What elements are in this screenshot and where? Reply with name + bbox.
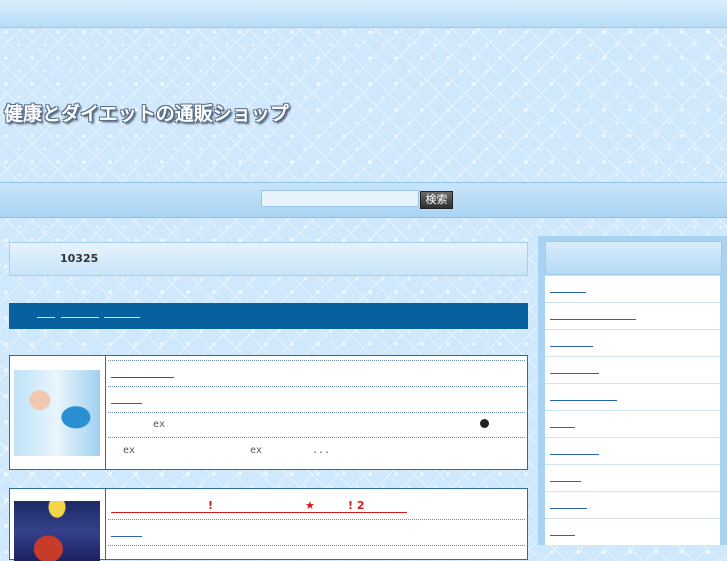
sidebar-link[interactable]: [550, 427, 575, 428]
search-button[interactable]: 検索: [420, 191, 453, 209]
sidebar-item[interactable]: [545, 302, 720, 329]
product-item: ex ex ex ...: [9, 355, 528, 470]
product-thumb-cell: [10, 489, 106, 561]
product-thumb-cell: [10, 356, 106, 469]
product-category-link[interactable]: [111, 403, 142, 404]
sidebar-item[interactable]: [545, 275, 720, 302]
bullet-icon: [480, 419, 489, 428]
divider: [108, 545, 525, 546]
sidebar-link[interactable]: [550, 373, 599, 374]
sidebar-link[interactable]: [550, 346, 593, 347]
product-image[interactable]: [14, 370, 100, 456]
divider: [108, 386, 525, 387]
sidebar-link[interactable]: [550, 400, 617, 401]
sidebar-item[interactable]: [545, 491, 720, 518]
category-nav: [9, 303, 528, 329]
sidebar-item[interactable]: [545, 518, 720, 545]
product-desc-text: ...: [312, 445, 331, 456]
sidebar-link[interactable]: [550, 292, 586, 293]
product-title-link[interactable]: [111, 512, 407, 513]
site-title[interactable]: 健康とダイエットの通販ショップ: [4, 99, 289, 126]
sidebar-link[interactable]: [550, 535, 575, 536]
sidebar: [538, 236, 727, 545]
product-desc-text: ex: [123, 445, 136, 456]
sidebar-item[interactable]: [545, 410, 720, 437]
sidebar-header: [545, 241, 722, 275]
sidebar-item[interactable]: [545, 437, 720, 464]
product-item: ! ★ ! 2: [9, 488, 528, 561]
product-desc-text: ex: [250, 445, 263, 456]
nav-link[interactable]: [37, 317, 55, 318]
sidebar-link[interactable]: [550, 481, 581, 482]
search-input[interactable]: [261, 190, 419, 207]
product-title-mark: !: [208, 499, 214, 512]
result-count: 10325: [60, 252, 99, 265]
sidebar-link[interactable]: [550, 319, 636, 320]
product-desc-text: ex: [153, 419, 166, 430]
product-title-mark: ! 2: [348, 499, 365, 512]
top-bar: [0, 0, 727, 28]
nav-link[interactable]: [104, 317, 140, 318]
nav-link[interactable]: [61, 317, 99, 318]
sidebar-item[interactable]: [545, 383, 720, 410]
sidebar-link[interactable]: [550, 454, 599, 455]
star-icon: ★: [305, 499, 315, 512]
result-count-box: 10325: [9, 242, 528, 276]
sidebar-link[interactable]: [550, 508, 587, 509]
sidebar-item[interactable]: [545, 329, 720, 356]
sidebar-item[interactable]: [545, 356, 720, 383]
divider: [108, 360, 525, 361]
divider: [108, 412, 525, 413]
divider: [108, 519, 525, 520]
product-category-link[interactable]: [111, 536, 142, 537]
product-title-link[interactable]: [111, 377, 174, 378]
sidebar-item[interactable]: [545, 464, 720, 491]
divider: [108, 437, 525, 438]
product-image[interactable]: [14, 501, 100, 561]
